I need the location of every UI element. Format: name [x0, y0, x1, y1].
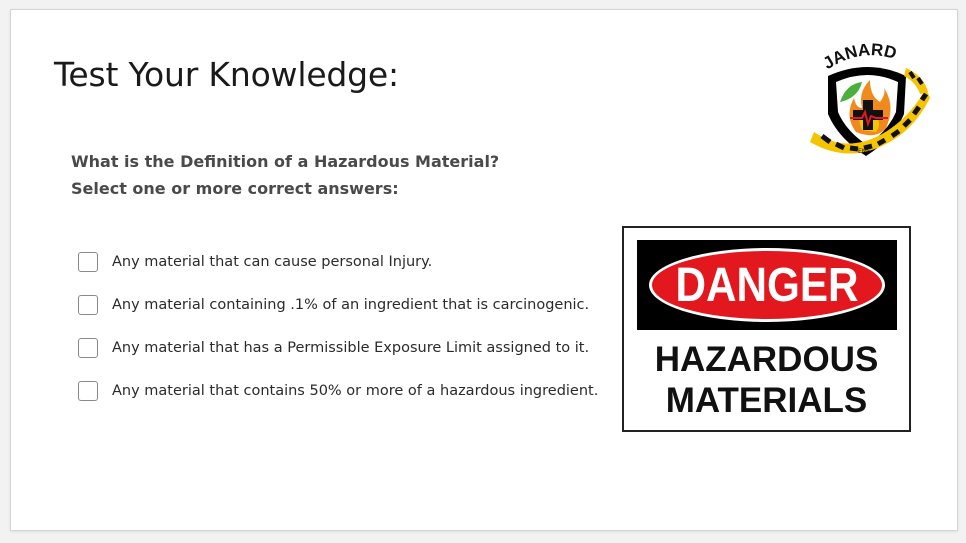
checkbox[interactable]: [78, 380, 98, 401]
checkbox[interactable]: [78, 294, 98, 315]
question-instruction: Select one or more correct answers:: [71, 179, 399, 198]
answer-options: Any material that can cause personal Inj…: [78, 240, 598, 412]
danger-band: DANGER: [637, 240, 897, 330]
page-title: Test Your Knowledge:: [54, 55, 399, 94]
answer-option-1[interactable]: Any material that can cause personal Inj…: [78, 240, 598, 283]
logo-ems-mark: EMS: [858, 148, 871, 155]
slide-card: Test Your Knowledge: What is the Definit…: [10, 9, 958, 531]
answer-label: Any material that can cause personal Inj…: [112, 253, 433, 270]
checkbox[interactable]: [78, 337, 98, 358]
question-prompt: What is the Definition of a Hazardous Ma…: [71, 148, 499, 202]
question-text: What is the Definition of a Hazardous Ma…: [71, 152, 500, 171]
janard-logo: JANARD EMS: [810, 40, 930, 156]
danger-text: DANGER: [675, 258, 859, 312]
answer-label: Any material containing .1% of an ingred…: [112, 296, 590, 313]
logo-tape-upper: [904, 68, 928, 94]
hazard-text-line1: HAZARDOUS: [654, 340, 879, 379]
answer-option-4[interactable]: Any material that contains 50% or more o…: [78, 369, 598, 412]
answer-option-3[interactable]: Any material that has a Permissible Expo…: [78, 326, 598, 369]
answer-label: Any material that contains 50% or more o…: [112, 382, 599, 399]
answer-option-2[interactable]: Any material containing .1% of an ingred…: [78, 283, 598, 326]
hazard-text-line2: MATERIALS: [665, 381, 868, 420]
danger-sign-image: DANGER HAZARDOUS MATERIALS: [622, 226, 911, 432]
danger-oval: DANGER: [649, 248, 885, 322]
answer-label: Any material that has a Permissible Expo…: [112, 339, 590, 356]
checkbox[interactable]: [78, 251, 98, 272]
